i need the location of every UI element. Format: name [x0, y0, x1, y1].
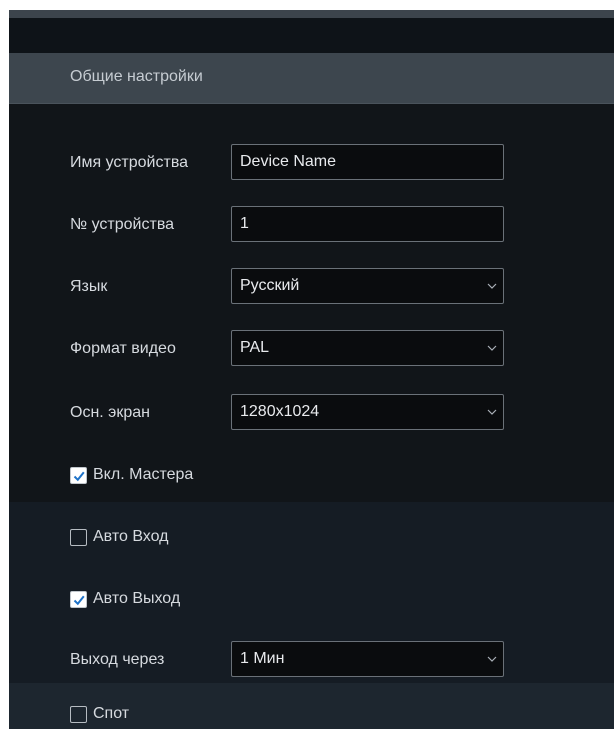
top-strip	[9, 10, 614, 18]
video-format-label: Формат видео	[70, 340, 176, 357]
device-name-row: Имя устройства	[9, 144, 614, 182]
chevron-down-icon	[487, 283, 497, 289]
main-screen-label: Осн. экран	[70, 404, 150, 421]
main-screen-select[interactable]: 1280x1024	[231, 394, 504, 430]
device-number-label: № устройства	[70, 216, 175, 233]
checkmark-icon	[73, 471, 85, 481]
device-number-input[interactable]	[231, 206, 504, 242]
wizard-checkbox[interactable]	[70, 466, 87, 484]
section-title: Общие настройки	[70, 68, 203, 85]
auto-logout-option[interactable]: Авто Выход	[70, 588, 180, 610]
logout-after-row: Выход через 1 Мин	[9, 641, 614, 679]
main-screen-value: 1280x1024	[240, 403, 320, 420]
top-bar	[9, 18, 614, 53]
video-format-row: Формат видео PAL	[9, 330, 614, 368]
checkmark-icon	[73, 595, 85, 605]
auto-login-option[interactable]: Авто Вход	[70, 526, 169, 548]
wizard-label: Вкл. Мастера	[93, 466, 194, 483]
logout-after-select[interactable]: 1 Мин	[231, 641, 504, 677]
auto-logout-label: Авто Выход	[93, 590, 181, 607]
spot-checkbox[interactable]	[70, 705, 87, 723]
logout-after-value: 1 Мин	[240, 650, 285, 667]
logout-after-label: Выход через	[70, 651, 165, 668]
device-number-row: № устройства	[9, 206, 614, 244]
wizard-option[interactable]: Вкл. Мастера	[70, 464, 193, 486]
video-format-value: PAL	[240, 339, 270, 356]
auto-login-label: Авто Вход	[93, 528, 169, 545]
language-label: Язык	[70, 278, 108, 295]
auto-logout-checkbox[interactable]	[70, 590, 87, 608]
video-format-select[interactable]: PAL	[231, 330, 504, 366]
settings-window: Общие настройки Имя устройства № устройс…	[9, 10, 614, 729]
main-screen-row: Осн. экран 1280x1024	[9, 394, 614, 432]
spot-label: Спот	[93, 705, 130, 722]
settings-panel-main: Имя устройства № устройства Язык Русский…	[9, 104, 614, 502]
device-name-label: Имя устройства	[70, 154, 189, 171]
language-value: Русский	[240, 277, 300, 294]
settings-panel-spot: Спот	[9, 683, 614, 729]
auto-login-checkbox[interactable]	[70, 528, 87, 546]
settings-panel-login: Авто Вход Авто Выход Выход через 1 Мин	[9, 502, 614, 683]
language-row: Язык Русский	[9, 268, 614, 306]
chevron-down-icon	[487, 345, 497, 351]
spot-option[interactable]: Спот	[70, 703, 129, 725]
device-name-input[interactable]	[231, 144, 504, 180]
language-select[interactable]: Русский	[231, 268, 504, 304]
chevron-down-icon	[487, 656, 497, 662]
chevron-down-icon	[487, 409, 497, 415]
section-header: Общие настройки	[9, 53, 614, 104]
